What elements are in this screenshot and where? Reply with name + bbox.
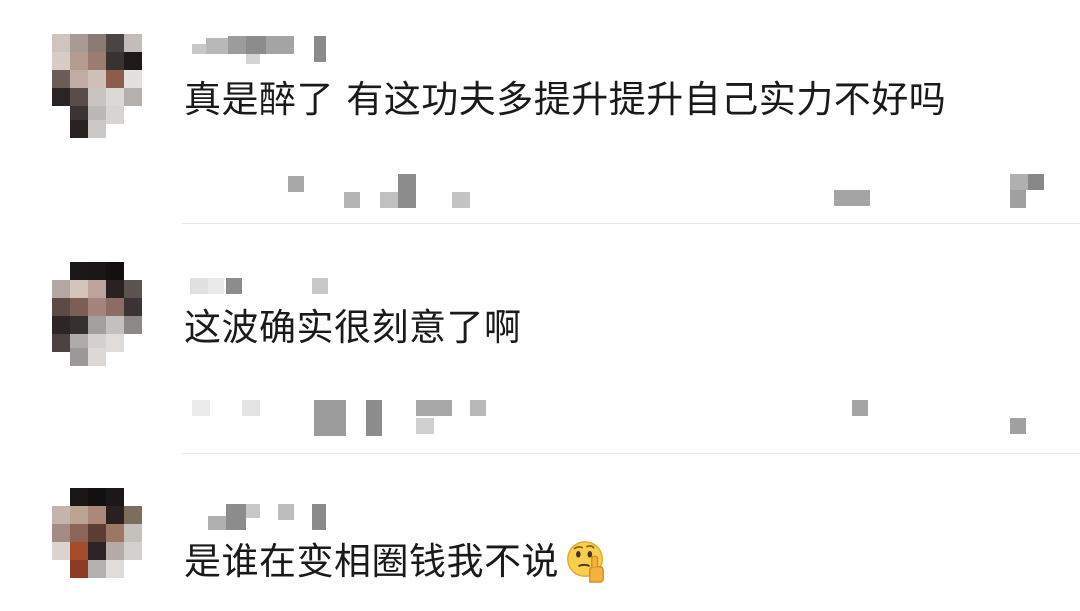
comment-meta-redacted: [184, 396, 1080, 436]
thinking-face-icon: [567, 540, 604, 583]
avatar[interactable]: [52, 34, 156, 138]
comment-text-content: 是谁在变相圈钱我不说: [184, 540, 559, 583]
username-redacted[interactable]: [186, 262, 336, 294]
comment-text: 是谁在变相圈钱我不说: [184, 540, 609, 587]
divider: [182, 223, 1080, 224]
comment-text: 这波确实很刻意了啊: [184, 306, 522, 349]
username-redacted[interactable]: [186, 36, 336, 66]
avatar[interactable]: [52, 488, 156, 592]
avatar[interactable]: [52, 262, 156, 366]
comment-meta-redacted: [184, 170, 1080, 210]
comment-text: 真是醉了 有这功夫多提升提升自己实力不好吗: [184, 78, 947, 121]
divider: [182, 453, 1080, 454]
username-redacted[interactable]: [186, 502, 336, 532]
